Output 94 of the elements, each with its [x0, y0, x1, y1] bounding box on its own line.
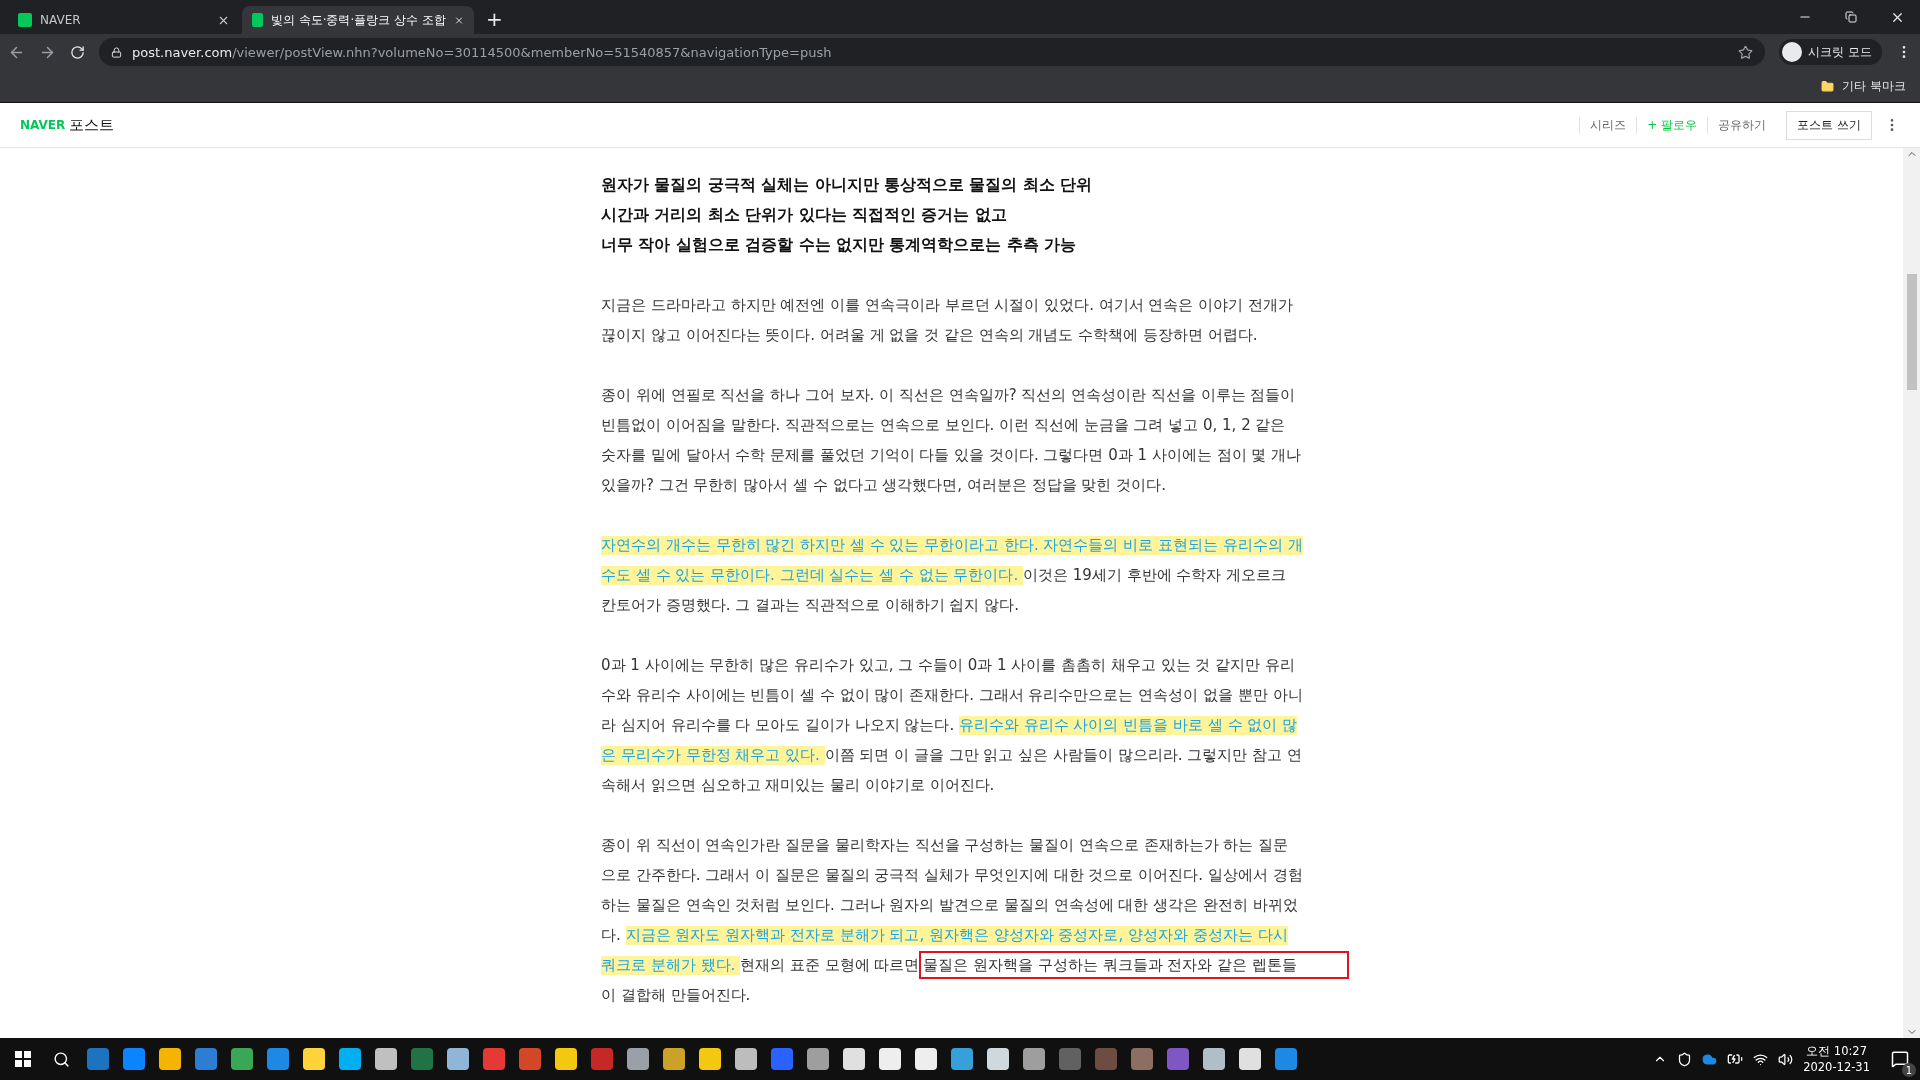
scrollbar[interactable] [1903, 148, 1920, 1038]
clock[interactable]: 오전 10:27 2020-12-31 [1803, 1043, 1870, 1075]
app-icon[interactable] [411, 1048, 433, 1070]
app-icon[interactable] [447, 1048, 469, 1070]
url-path: /viewer/postView.nhn?volumeNo=30114500&memberNo=51540857&navigationType=push [232, 44, 832, 60]
body-text: 라 심지어 유리수를 다 모아도 길이가 나오지 않는다. [601, 715, 956, 735]
app-icon[interactable] [1131, 1048, 1153, 1070]
body-text: 속해서 읽으면 심오하고 재미있는 물리 이야기로 이어진다. [601, 775, 995, 795]
bookmarks-folder[interactable]: 기타 북마크 [1842, 77, 1906, 95]
highlighted-text: 은 무리수가 무한정 채우고 있다. [601, 745, 825, 765]
body-text: 빈틈없이 이어짐을 말한다. 직관적으로는 연속으로 보인다. 이런 직선에 눈금을 그려 넣고 0, 1, 2 같은 [601, 415, 1286, 435]
lead-line: 너무 작아 실험으로 검증할 수는 없지만 통계역학으로는 추측 가능 [601, 236, 1077, 254]
body-text: 끊이지 않고 이어진다는 뜻이다. 어려울 게 없을 것 같은 연속의 개념도 수학책에 등장하면 어렵다. [601, 325, 1258, 345]
profile-label: 시크릿 모드 [1808, 43, 1872, 61]
app-icon[interactable] [807, 1048, 829, 1070]
incognito-profile-button[interactable]: 시크릿 모드 [1779, 39, 1882, 65]
app-icon[interactable] [987, 1048, 1009, 1070]
body-text: 하는 물질은 연속인 것처럼 보인다. 그러나 원자의 발견으로 물질의 연속성에 대한 생각은 완전히 바뀌었 [601, 895, 1298, 915]
body-text: 숫자를 밑에 달아서 수학 문제를 풀었던 기억이 다들 있을 것이다. 그렇다면 0과 1 사이에는 점이 몇 개나 [601, 445, 1302, 465]
body-text: 다. [601, 925, 622, 945]
restore-icon [1845, 11, 1857, 23]
app-icon[interactable] [627, 1048, 649, 1070]
app-icon[interactable] [339, 1048, 361, 1070]
app-icon[interactable] [879, 1048, 901, 1070]
body-text: 종이 위 직선이 연속인가란 질문을 물리학자는 직선을 구성하는 물질이 연속으로 존재하는가 하는 질문 [601, 835, 1289, 855]
app-icon[interactable] [663, 1048, 685, 1070]
header-link[interactable]: 시리즈 [1579, 116, 1637, 134]
app-icon[interactable] [483, 1048, 505, 1070]
scrollbar-thumb[interactable] [1906, 274, 1917, 390]
body-text: 지금은 드라마라고 하지만 예전엔 이를 연속극이라 부르던 시절이 있었다. 여기서 연속은 이야기 전개가 [601, 295, 1293, 315]
app-icon[interactable] [87, 1048, 109, 1070]
body-text: 이 결합해 만들어진다. [601, 985, 751, 1005]
app-icon[interactable] [699, 1048, 721, 1070]
cloud-icon[interactable] [1702, 1051, 1718, 1067]
lead-line: 시간과 거리의 최소 단위가 있다는 직접적인 증거는 없고 [601, 206, 1007, 224]
boxed-text: 물질은 원자핵을 구성하는 쿼크들과 전자와 같은 렙톤들 [919, 951, 1349, 979]
app-icon[interactable] [915, 1048, 937, 1070]
reload-icon[interactable] [70, 44, 85, 60]
site-favicon-icon [252, 13, 263, 27]
app-icon[interactable] [735, 1048, 757, 1070]
site-favicon-icon [18, 13, 32, 27]
app-icon[interactable] [267, 1048, 289, 1070]
app-icon[interactable] [195, 1048, 217, 1070]
app-icon[interactable] [843, 1048, 865, 1070]
app-icon[interactable] [1275, 1048, 1297, 1070]
app-icon[interactable] [123, 1048, 145, 1070]
app-icon[interactable] [1023, 1048, 1045, 1070]
app-icon[interactable] [519, 1048, 541, 1070]
wifi-icon[interactable] [1753, 1051, 1769, 1067]
highlighted-text: 지금은 원자도 원자핵과 전자로 분해가 되고, 원자핵은 양성자와 중성자로, 양성자와 중성자는 다시 [625, 925, 1288, 945]
body-text: 0과 1 사이에는 무한히 많은 유리수가 있고, 그 수들이 0과 1 사이를 촘촘히 채우고 있는 것 같지만 유리 [601, 655, 1295, 675]
body-text: 이쯤 되면 이 글을 그만 읽고 싶은 사람들이 많으리라. 그렇지만 참고 연 [824, 745, 1302, 765]
lead-line: 원자가 물질의 궁극적 실체는 아니지만 통상적으로 물질의 최소 단위 [601, 176, 1093, 194]
app-icon[interactable] [303, 1048, 325, 1070]
search-icon [52, 1050, 70, 1068]
body-text: 수와 유리수 사이에는 빈틈이 셀 수 없이 많이 존재한다. 그래서 유리수만으로는 연속성이 없을 뿐만 아니 [601, 685, 1303, 705]
notification-count: 1 [1902, 1063, 1916, 1077]
app-icon[interactable] [375, 1048, 397, 1070]
body-text: 있을까? 그건 무한히 많아서 셀 수 없다고 생각했다면, 여러분은 정답을 맞힌 것이다. [601, 475, 1166, 495]
browser-tab[interactable]: NAVER [8, 6, 240, 34]
battery-icon[interactable] [1727, 1051, 1744, 1067]
url-host: post.naver.com [132, 44, 233, 60]
header-link[interactable]: 공유하기 [1707, 116, 1777, 134]
app-icon[interactable] [951, 1048, 973, 1070]
app-icon[interactable] [231, 1048, 253, 1070]
windows-logo-icon [15, 1051, 31, 1067]
lock-icon [111, 46, 122, 58]
bookmark-star-icon[interactable] [1738, 44, 1754, 60]
service-title: 포스트 [69, 115, 115, 135]
new-tab-button[interactable]: + [486, 7, 503, 31]
body-text: 종이 위에 연필로 직선을 하나 그어 보자. 이 직선은 연속일까? 직선의 연속성이란 직선을 이루는 점들이 [601, 385, 1296, 405]
app-icon[interactable] [1203, 1048, 1225, 1070]
shield-icon[interactable] [1677, 1051, 1693, 1067]
app-icon[interactable] [159, 1048, 181, 1070]
body-text: 이것은 19세기 후반에 수학자 게오르크 [1023, 565, 1287, 585]
body-text: 현재의 표준 모형에 따르면 [740, 955, 920, 975]
body-text: 칸토어가 증명했다. 그 결과는 직관적으로 이해하기 쉽지 않다. [601, 595, 1019, 615]
notifications-button[interactable]: 1 [1880, 1041, 1920, 1077]
write-post-button[interactable]: 포스트 쓰기 [1786, 110, 1872, 140]
message-icon [1891, 1050, 1909, 1068]
address-bar[interactable]: post.naver.com/viewer/postView.nhn?volumeNo=30114500&memberNo=51540857&navigationType=push [99, 38, 1766, 66]
folder-icon [1821, 79, 1835, 93]
highlighted-text: 유리수와 유리수 사이의 빈틈을 바로 셀 수 없이 많 [958, 715, 1298, 735]
app-icon[interactable] [555, 1048, 577, 1070]
browser-tab[interactable]: 빛의 속도·중력·플랑크 상수 조합 [242, 6, 474, 34]
app-icon[interactable] [1167, 1048, 1189, 1070]
app-icon[interactable] [591, 1048, 613, 1070]
highlighted-text: 쿼크로 분해가 됐다. [601, 955, 741, 975]
highlighted-text: 수도 셀 수 있는 무한이다. 그런데 실수는 셀 수 없는 무한이다. [601, 565, 1023, 585]
app-icon[interactable] [771, 1048, 793, 1070]
app-icon[interactable] [1239, 1048, 1261, 1070]
volume-icon[interactable] [1778, 1051, 1794, 1067]
highlighted-text: 자연수의 개수는 무한히 많긴 하지만 셀 수 있는 무한이라고 한다. 자연수들의 비로 표현되는 유리수의 개 [601, 535, 1303, 555]
body-text: 으로 간주한다. 그래서 이 질문은 물질의 궁극적 실체가 무엇인지에 대한 것으로 이어진다. 일상에서 경험 [601, 865, 1303, 885]
